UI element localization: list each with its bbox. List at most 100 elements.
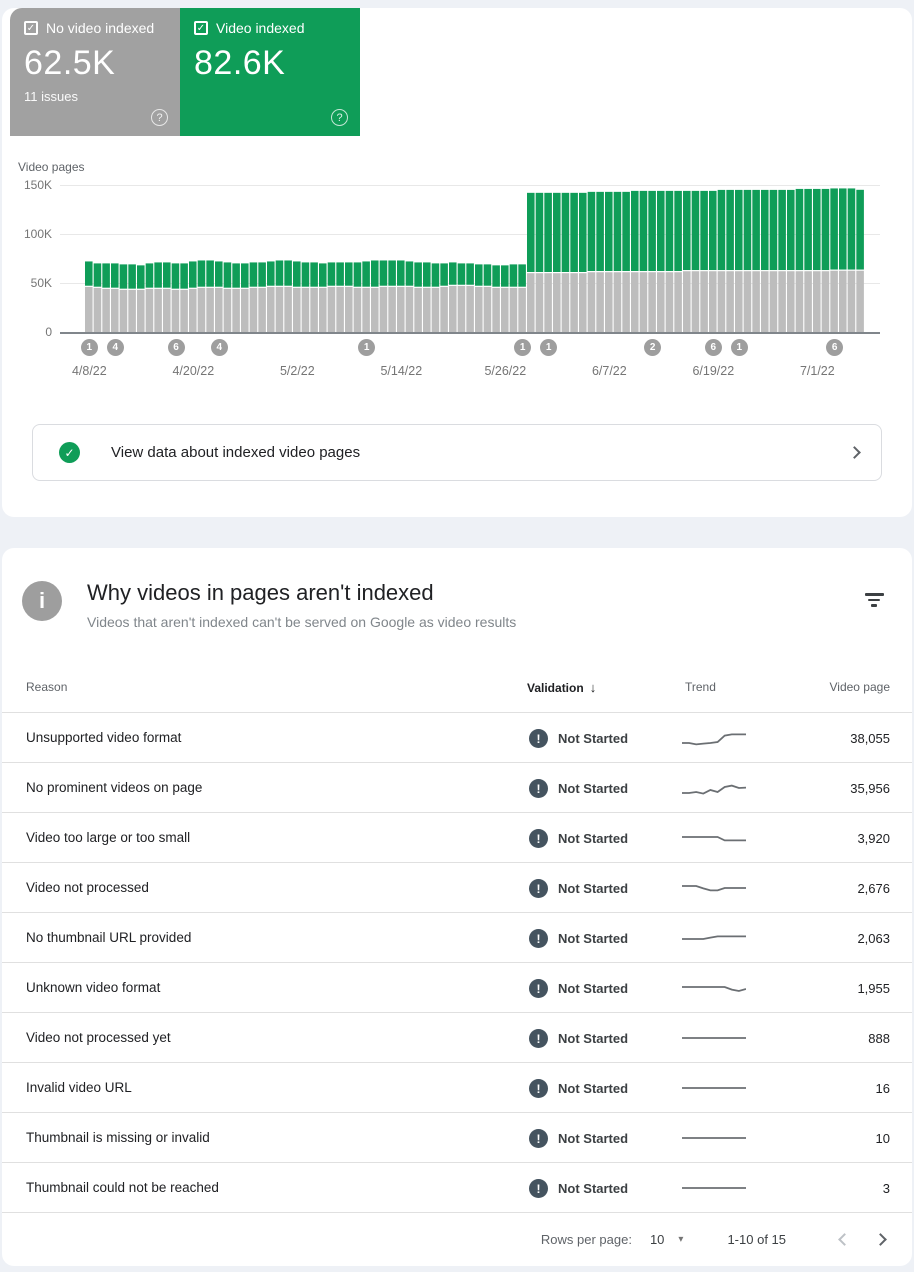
issue-badge[interactable]: 2 <box>644 339 661 356</box>
validation-warning-icon: ! <box>529 879 548 898</box>
help-icon[interactable]: ? <box>331 109 348 126</box>
x-axis-date: 5/14/22 <box>366 364 436 378</box>
view-indexed-data-link[interactable]: ✓ View data about indexed video pages <box>32 424 882 481</box>
banner-label: View data about indexed video pages <box>111 444 360 461</box>
video-page-count: 1,955 <box>857 981 890 996</box>
reason-text: Thumbnail could not be reached <box>26 1180 219 1195</box>
table-row[interactable]: Thumbnail could not be reached!Not Start… <box>2 1162 912 1212</box>
trend-sparkline <box>682 777 746 799</box>
x-axis-date: 7/1/22 <box>782 364 852 378</box>
trend-sparkline <box>682 877 746 899</box>
chevron-right-icon <box>874 1233 887 1246</box>
validation-status: Not Started <box>558 981 628 996</box>
table-row[interactable]: No thumbnail URL provided!Not Started2,0… <box>2 912 912 962</box>
reason-text: Thumbnail is missing or invalid <box>26 1130 210 1145</box>
previous-page-button[interactable] <box>826 1222 862 1258</box>
validation-warning-icon: ! <box>529 1179 548 1198</box>
trend-sparkline <box>682 1077 746 1099</box>
video-page-count: 888 <box>868 1031 890 1046</box>
pagination-range: 1-10 of 15 <box>727 1232 786 1247</box>
help-icon[interactable]: ? <box>151 109 168 126</box>
not-indexed-checkbox[interactable]: ✓ <box>24 21 38 35</box>
chart-y-axis-title: Video pages <box>18 160 85 174</box>
column-header-validation[interactable]: Validation↓ <box>527 680 596 695</box>
caret-down-icon: ▾ <box>678 1234 683 1245</box>
validation-warning-icon: ! <box>529 729 548 748</box>
validation-warning-icon: ! <box>529 829 548 848</box>
validation-status: Not Started <box>558 1031 628 1046</box>
validation-status: Not Started <box>558 1081 628 1096</box>
not-indexed-value: 62.5K <box>24 44 166 83</box>
reason-text: No prominent videos on page <box>26 780 202 795</box>
reason-text: No thumbnail URL provided <box>26 930 191 945</box>
reason-text: Unsupported video format <box>26 730 181 745</box>
issue-badge[interactable]: 4 <box>107 339 124 356</box>
table-row[interactable]: Unsupported video format!Not Started38,0… <box>2 712 912 762</box>
info-icon: i <box>22 581 62 621</box>
issue-badge[interactable]: 4 <box>211 339 228 356</box>
x-axis-date: 4/20/22 <box>158 364 228 378</box>
reason-text: Video not processed <box>26 880 149 895</box>
video-page-count: 35,956 <box>850 781 890 796</box>
validation-warning-icon: ! <box>529 979 548 998</box>
video-page-count: 16 <box>876 1081 890 1096</box>
issue-badge[interactable]: 6 <box>826 339 843 356</box>
issue-badge[interactable]: 1 <box>81 339 98 356</box>
chevron-left-icon <box>838 1233 851 1246</box>
trend-sparkline <box>682 927 746 949</box>
x-axis-date: 6/19/22 <box>678 364 748 378</box>
indexed-value: 82.6K <box>194 44 346 83</box>
validation-warning-icon: ! <box>529 779 548 798</box>
validation-status: Not Started <box>558 1131 628 1146</box>
table-row[interactable]: Thumbnail is missing or invalid! Not Star… <box>2 1112 912 1162</box>
indexed-checkbox[interactable]: ✓ <box>194 21 208 35</box>
y-tick-150k: 150K <box>2 177 52 193</box>
validation-warning-icon: ! <box>529 1129 548 1148</box>
summary-card-not-indexed[interactable]: ✓ No video indexed 62.5K 11 issues ? <box>10 8 180 136</box>
x-axis-date: 6/7/22 <box>574 364 644 378</box>
validation-status: Not Started <box>558 831 628 846</box>
column-header-reason[interactable]: Reason <box>26 680 67 694</box>
next-page-button[interactable] <box>862 1222 898 1258</box>
video-page-count: 2,676 <box>857 881 890 896</box>
table-row[interactable]: Unknown video format!Not Started1,955 <box>2 962 912 1012</box>
filter-icon[interactable] <box>862 590 886 612</box>
issue-badge[interactable]: 1 <box>731 339 748 356</box>
summary-cards: ✓ No video indexed 62.5K 11 issues ? ✓ V… <box>10 8 360 136</box>
trend-sparkline <box>682 1127 746 1149</box>
table-footer: Rows per page: 10 ▾ 1-10 of 15 <box>2 1212 912 1266</box>
validation-status: Not Started <box>558 881 628 896</box>
indexing-overview-card: ✓ No video indexed 62.5K 11 issues ? ✓ V… <box>2 8 912 517</box>
reason-text: Video not processed yet <box>26 1030 171 1045</box>
issue-badge[interactable]: 6 <box>168 339 185 356</box>
table-row[interactable]: No prominent videos on page!Not Started3… <box>2 762 912 812</box>
summary-card-indexed[interactable]: ✓ Video indexed 82.6K ? <box>180 8 360 136</box>
chevron-right-icon <box>848 446 861 459</box>
x-axis-date: 5/26/22 <box>470 364 540 378</box>
x-axis-date: 4/8/22 <box>54 364 124 378</box>
video-page-count: 38,055 <box>850 731 890 746</box>
video-page-count: 3,920 <box>857 831 890 846</box>
table-row[interactable]: Video not processed! Not Started 2,676 <box>2 862 912 912</box>
trend-sparkline <box>682 1177 746 1199</box>
table-row[interactable]: Invalid video URL!Not Started16 <box>2 1062 912 1112</box>
trend-sparkline <box>682 827 746 849</box>
y-tick-100k: 100K <box>2 226 52 242</box>
check-circle-icon: ✓ <box>59 442 80 463</box>
issue-badge[interactable]: 1 <box>358 339 375 356</box>
issue-badge[interactable]: 1 <box>514 339 531 356</box>
issue-badge[interactable]: 1 <box>540 339 557 356</box>
issue-badge[interactable]: 6 <box>705 339 722 356</box>
video-page-count: 2,063 <box>857 931 890 946</box>
y-tick-50k: 50K <box>2 275 52 291</box>
rows-per-page-select[interactable]: 10 ▾ <box>650 1232 684 1247</box>
table-row[interactable]: Video not processed yet!Not Started888 <box>2 1012 912 1062</box>
table-body: Unsupported video format! Not Started 38,0… <box>2 712 912 1212</box>
x-axis-line <box>60 332 880 334</box>
x-axis-date: 5/2/22 <box>262 364 332 378</box>
table-row[interactable]: Video too large or too small!Not Started… <box>2 812 912 862</box>
section-subtitle: Videos that aren't indexed can't be serv… <box>87 614 516 630</box>
video-page-count: 10 <box>876 1131 890 1146</box>
column-header-trend[interactable]: Trend <box>685 680 716 694</box>
column-header-video-page[interactable]: Video page <box>829 680 890 694</box>
